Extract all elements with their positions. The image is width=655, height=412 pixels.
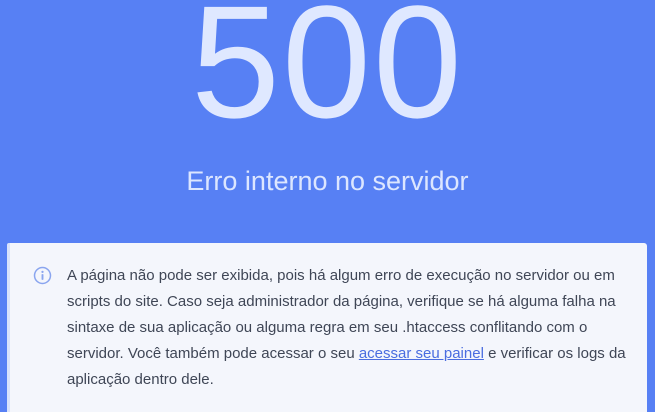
panel-link[interactable]: acessar seu painel bbox=[359, 345, 484, 362]
error-hero: 500 Erro interno no servidor bbox=[0, 0, 655, 240]
info-notice: A página não pode ser exibida, pois há a… bbox=[7, 243, 647, 412]
info-icon bbox=[33, 266, 52, 285]
notice-message: A página não pode ser exibida, pois há a… bbox=[67, 263, 627, 393]
error-title: Erro interno no servidor bbox=[186, 166, 469, 196]
error-code: 500 bbox=[191, 0, 464, 151]
